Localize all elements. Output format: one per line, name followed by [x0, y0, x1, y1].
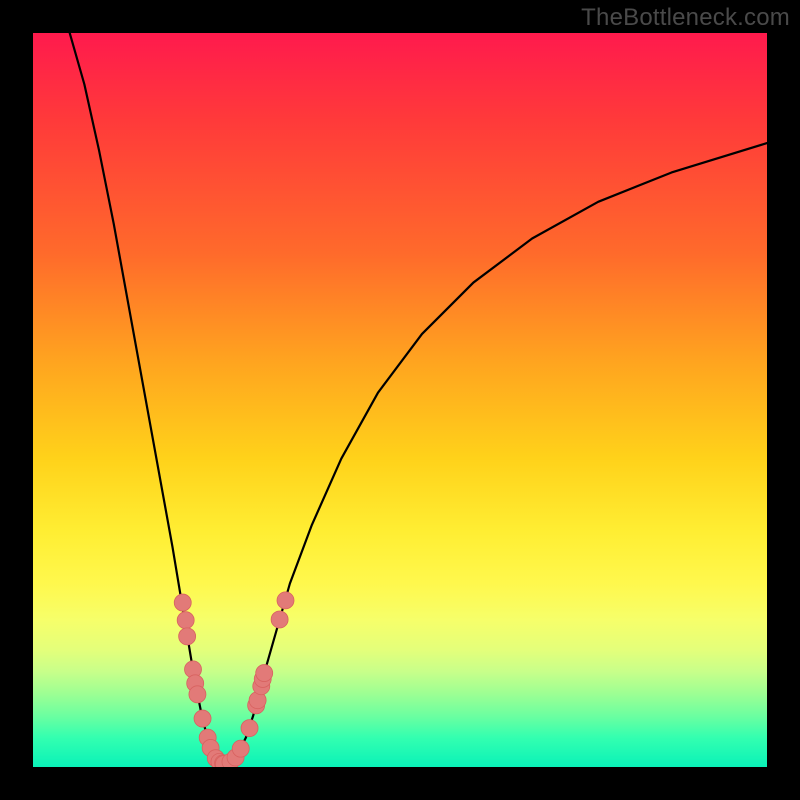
watermark-text: TheBottleneck.com — [581, 4, 790, 32]
data-marker[interactable] — [194, 710, 211, 727]
data-marker[interactable] — [277, 592, 294, 609]
markers-group — [174, 592, 294, 767]
chart-frame: TheBottleneck.com — [0, 0, 800, 800]
data-marker[interactable] — [189, 686, 206, 703]
data-marker[interactable] — [232, 740, 249, 757]
bottleneck-curve — [70, 33, 767, 764]
data-marker[interactable] — [241, 720, 258, 737]
data-marker[interactable] — [256, 665, 273, 682]
data-marker[interactable] — [174, 594, 191, 611]
data-marker[interactable] — [179, 628, 196, 645]
data-marker[interactable] — [271, 611, 288, 628]
plot-area[interactable] — [33, 33, 767, 767]
chart-svg — [33, 33, 767, 767]
data-marker[interactable] — [177, 612, 194, 629]
